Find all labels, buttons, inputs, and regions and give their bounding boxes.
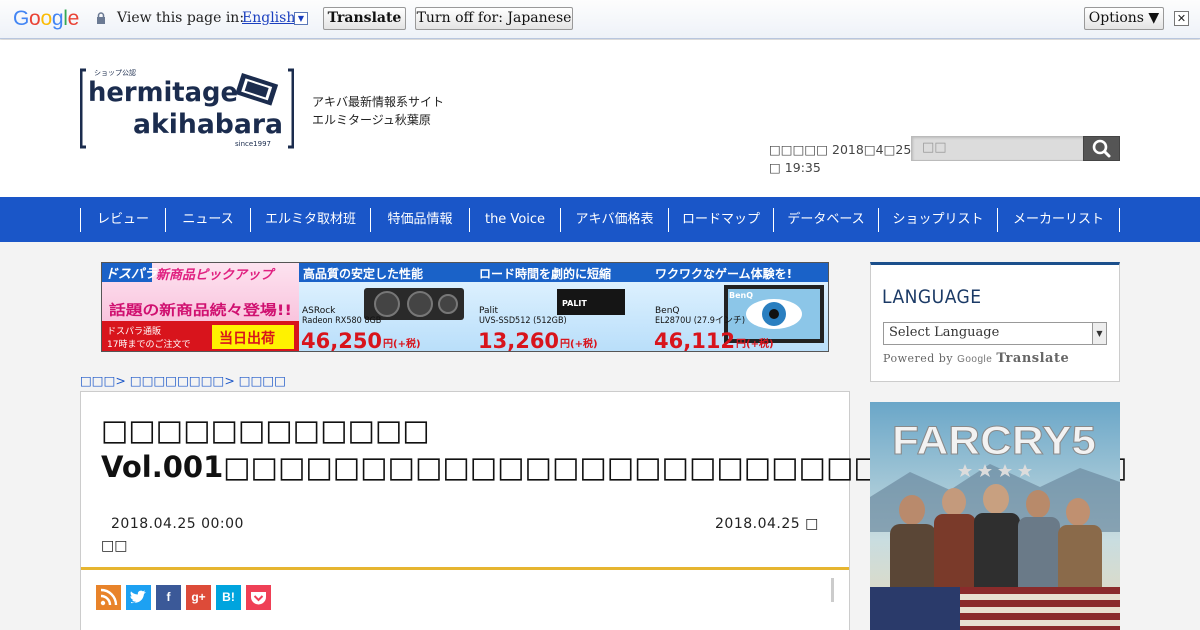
nav-item-roadmap[interactable]: ロードマップ (668, 208, 773, 232)
banner-monitor-label: BenQ (729, 291, 753, 300)
site-logo[interactable]: ショップ公認 hermitage akihabara since1997 (80, 67, 294, 149)
banner-headline: 話題の新商品続々登場!! (109, 302, 292, 319)
hatena-bookmark-button[interactable]: B! (216, 585, 241, 610)
article-divider (81, 567, 849, 570)
translate-bar: Google View this page in: English ▼ Tran… (0, 0, 1200, 39)
date-suffix: □□ (101, 538, 128, 554)
language-widget: LANGUAGE Select Language ▼ Powered by Go… (870, 262, 1120, 382)
banner-graphic: ドスパラ 新商品ピックアップ 話題の新商品続々登場!! ドスパラ通販 17時まで… (102, 263, 828, 352)
banner-product-3-unit: 円(+税) (736, 337, 774, 350)
google-logo-letter: o (40, 7, 52, 30)
google-logo-letter: g (51, 7, 64, 30)
nav-end-divider (1119, 208, 1120, 232)
language-select-value: Select Language (889, 325, 1000, 340)
twitter-bird-icon (130, 590, 146, 604)
pocket-icon (251, 592, 266, 605)
main-nav: レビュー ニュース エルミタ取材班 特価品情報 the Voice アキバ価格表… (0, 197, 1200, 242)
dospara-banner-ad[interactable]: ドスパラ 新商品ピックアップ 話題の新商品続々登場!! ドスパラ通販 17時まで… (101, 262, 829, 352)
banner-product-2-unit: 円(+税) (560, 337, 598, 350)
nav-item-review[interactable]: レビュー (80, 208, 165, 232)
nav-item-database[interactable]: データベース (773, 208, 878, 232)
translate-button[interactable]: Translate (323, 7, 406, 30)
turn-off-button[interactable]: Turn off for: Japanese (415, 7, 573, 30)
search-input[interactable]: □□ (911, 136, 1083, 161)
banner-product-1-unit: 円(+税) (383, 337, 421, 350)
banner-brand: ドスパラ (105, 267, 158, 282)
banner-shop-line-2: 17時までのご注文で (107, 338, 190, 350)
tagline-line-1: アキバ最新情報系サイト (312, 95, 445, 109)
language-dropdown-icon[interactable]: ▼ (294, 12, 308, 25)
site-header: ショップ公認 hermitage akihabara since1997 アキバ… (0, 40, 1200, 197)
options-button[interactable]: Options ▼ (1084, 7, 1164, 30)
powered-by-text: Powered by (883, 352, 954, 365)
google-logo: Google (13, 7, 79, 31)
powered-google-logo: Google (957, 354, 993, 365)
logo-small-text: ショップ公認 (94, 68, 136, 77)
article-title: □□□□□□□□□□□□ Vol.001□□□□□□□□□□□□□□□□□□□□… (101, 413, 1128, 484)
search-icon (1092, 139, 1111, 158)
banner-product-1-caption: 高品質の安定した性能 (303, 266, 423, 281)
banner-pickup: 新商品ピックアップ (156, 267, 276, 283)
datetime-line-2: □ 19:35 (769, 160, 821, 175)
google-logo-letter: G (13, 7, 30, 30)
language-link[interactable]: English (242, 10, 295, 26)
language-select[interactable]: Select Language ▼ (883, 322, 1107, 345)
banner-product-3-name-2: EL2870U (27.9インチ) (655, 315, 745, 326)
farcry5-ad-graphic: FARCRY5 (870, 402, 1120, 630)
banner-product-3-caption: ワクワクなゲーム体験を! (655, 266, 792, 281)
nav-item-the-voice[interactable]: the Voice (469, 208, 560, 232)
scroll-indicator (831, 578, 834, 602)
logo-line-1: hermitage (88, 77, 238, 108)
date-updated: 2018.04.25 □ (715, 516, 819, 532)
article-card: □□□□□□□□□□□□ Vol.001□□□□□□□□□□□□□□□□□□□□… (80, 391, 1128, 630)
language-title: LANGUAGE (882, 286, 982, 308)
banner-product-3-name-1: BenQ (655, 306, 680, 316)
logo-line-2: akihabara (133, 109, 283, 140)
banner-product-1-name-2: Radeon RX580 8GB (302, 316, 381, 326)
nav-item-news[interactable]: ニュース (165, 208, 250, 232)
banner-product-3-price: 46,112 (654, 329, 735, 352)
farcry5-ad[interactable]: FARCRY5 (870, 402, 1120, 630)
powered-by-google: Powered by Google Translate (883, 351, 1069, 366)
close-icon[interactable]: ✕ (1174, 11, 1189, 26)
nav-item-maker-list[interactable]: メーカーリスト (997, 208, 1119, 232)
chevron-down-icon: ▼ (1092, 323, 1106, 344)
banner-product-1-price: 46,250 (301, 329, 382, 352)
nav-item-shop-list[interactable]: ショップリスト (878, 208, 997, 232)
view-page-label: View this page in: (117, 10, 245, 26)
banner-product-1-name-1: ASRock (302, 306, 336, 316)
banner-product-2-price: 13,260 (478, 329, 559, 352)
pocket-button[interactable] (246, 585, 271, 610)
date-posted: 2018.04.25 00:00 (111, 516, 244, 532)
banner-shop-line-1: ドスパラ通販 (107, 325, 161, 337)
banner-product-2-caption: ロード時間を劇的に短縮 (479, 266, 611, 281)
facebook-button[interactable]: f (156, 585, 181, 610)
logo-since: since1997 (235, 140, 271, 148)
banner-product-2-name-2: UVS-SSD512 (512GB) (479, 316, 567, 326)
google-logo-letter: o (29, 7, 41, 30)
tagline-line-2: エルミタージュ秋葉原 (312, 113, 431, 127)
datetime-line-1: □□□□□ 2018□4□25 (769, 142, 912, 157)
google-logo-letter: e (67, 7, 80, 30)
nav-item-hermitage-reports[interactable]: エルミタ取材班 (250, 208, 370, 232)
banner-same-day: 当日出荷 (219, 330, 275, 347)
rss-button[interactable] (96, 585, 121, 610)
powered-translate-text[interactable]: Translate (996, 351, 1069, 366)
nav-item-price-list[interactable]: アキバ価格表 (560, 208, 668, 232)
chip-icon (235, 73, 279, 106)
site-tagline: アキバ最新情報系サイト エルミタージュ秋葉原 (312, 93, 444, 129)
rss-icon (100, 588, 118, 606)
banner-ssd-label: PALIT (562, 299, 587, 308)
twitter-button[interactable] (126, 585, 151, 610)
ad-title: FARCRY5 (892, 419, 1096, 463)
banner-product-2-name-1: Palit (479, 306, 499, 316)
google-plus-button[interactable]: g+ (186, 585, 211, 610)
search-button[interactable] (1083, 136, 1120, 161)
lock-icon (97, 12, 105, 24)
breadcrumb[interactable]: □□□> □□□□□□□□> □□□□ (80, 373, 286, 388)
current-datetime: □□□□□ 2018□4□25 □ 19:35 (769, 141, 911, 177)
nav-item-deals[interactable]: 特価品情報 (370, 208, 469, 232)
